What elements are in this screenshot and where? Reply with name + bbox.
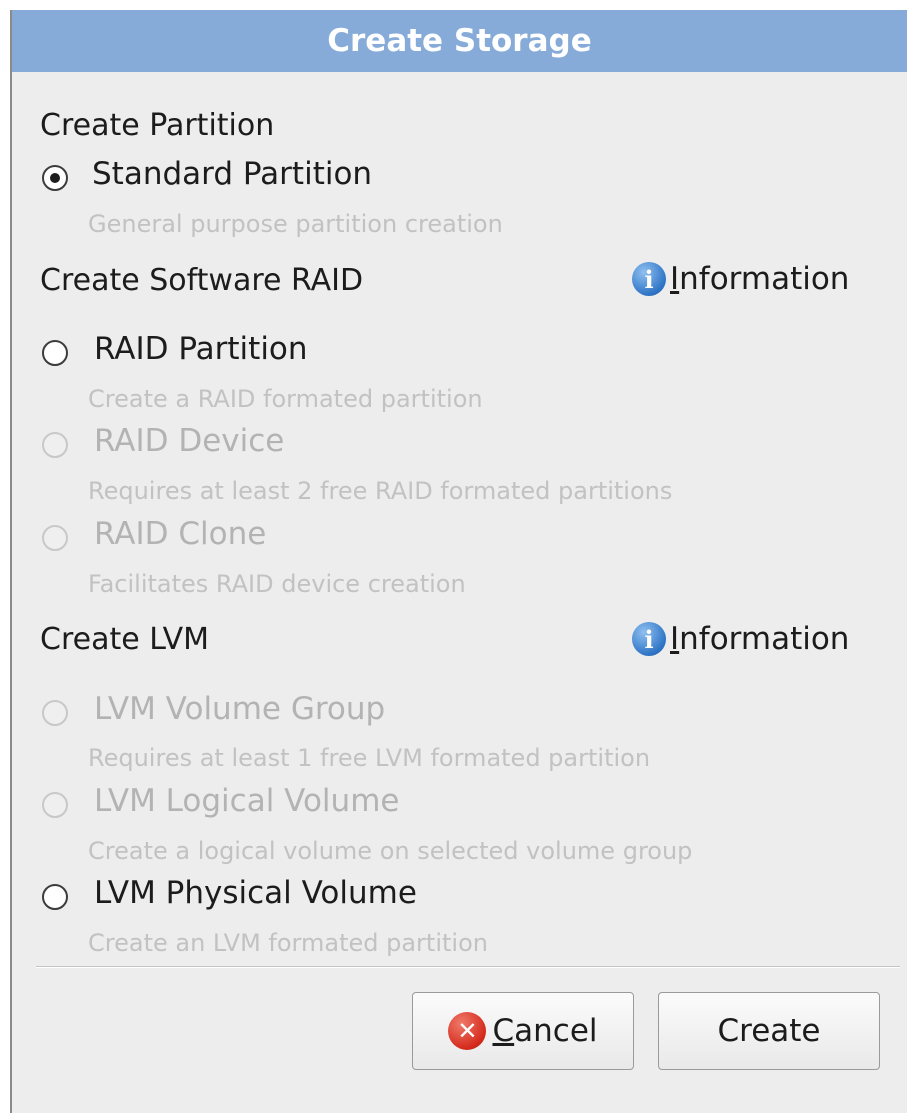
create-button[interactable]: Create [658,992,880,1070]
raid-clone-radio[interactable] [42,525,68,551]
cancel-icon: ✕ [448,1012,487,1050]
lvm-physical-volume-label[interactable]: LVM Physical Volume [94,875,417,911]
lvm-physical-volume-description: Create an LVM formated partition [88,929,488,957]
cancel-label: ancel [514,1013,598,1049]
create-label: Create [717,1013,821,1049]
dialog-title: Create Storage [12,10,907,72]
create-storage-dialog: Create Storage Create Partition Standard… [10,10,907,1113]
lvm-logical-volume-description: Create a logical volume on selected volu… [88,837,693,865]
raid-information-button[interactable]: i Information [632,261,849,297]
standard-partition-label[interactable]: Standard Partition [92,156,372,192]
lvm-physical-volume-radio[interactable] [42,884,68,910]
radio-selected-dot [50,173,60,183]
lvm-volume-group-label[interactable]: LVM Volume Group [94,691,385,727]
lvm-volume-group-description: Requires at least 1 free LVM formated pa… [88,744,651,772]
information-icon: i [632,262,666,296]
lvm-logical-volume-label[interactable]: LVM Logical Volume [94,783,399,819]
information-mnemonic: I [670,261,680,297]
section-heading-create-software-raid: Create Software RAID [40,263,364,298]
section-heading-create-partition: Create Partition [40,108,275,143]
information-label: nformation [679,261,850,297]
information-mnemonic: I [670,621,680,657]
cancel-button[interactable]: ✕ Cancel [412,992,634,1070]
information-label: nformation [679,621,850,657]
lvm-logical-volume-radio[interactable] [42,792,68,818]
standard-partition-description: General purpose partition creation [88,210,503,238]
standard-partition-radio[interactable] [42,165,68,191]
section-heading-create-lvm: Create LVM [40,622,210,657]
lvm-information-button[interactable]: i Information [632,621,849,657]
information-icon: i [632,622,666,656]
button-separator [36,966,900,968]
cancel-mnemonic: C [492,1013,515,1049]
raid-partition-description: Create a RAID formated partition [88,385,483,413]
raid-device-radio[interactable] [42,432,68,458]
raid-device-label[interactable]: RAID Device [94,423,284,459]
lvm-volume-group-radio[interactable] [42,700,68,726]
raid-partition-label[interactable]: RAID Partition [94,331,308,367]
raid-clone-description: Facilitates RAID device creation [88,570,466,598]
raid-partition-radio[interactable] [42,340,68,366]
raid-device-description: Requires at least 2 free RAID formated p… [88,477,673,505]
raid-clone-label[interactable]: RAID Clone [94,516,266,552]
